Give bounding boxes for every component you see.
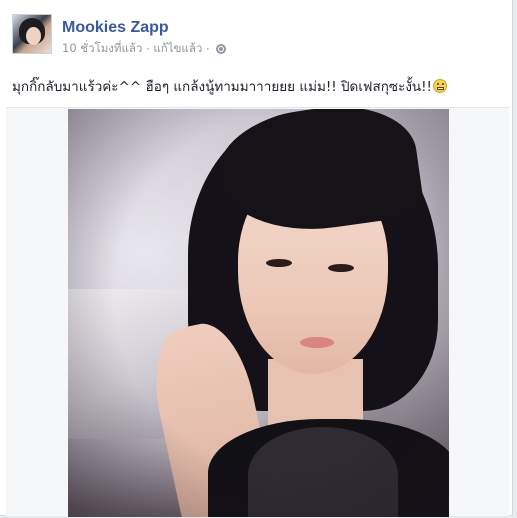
timestamp-link[interactable]: 10 ชั่วโมงที่แล้ว bbox=[62, 41, 142, 55]
post-text: มุกกิ๊กลับมาแร้วค่ะ^^ ฮือๆ แกล้งนู้ทามมา… bbox=[12, 75, 507, 97]
post-photo[interactable] bbox=[68, 109, 449, 517]
post-text-content: มุกกิ๊กลับมาแร้วค่ะ^^ ฮือๆ แกล้งนู้ทามมา… bbox=[12, 79, 432, 95]
meta-separator: · bbox=[146, 42, 150, 56]
photo-vignette bbox=[68, 109, 449, 517]
edited-link[interactable]: แก้ไขแล้ว bbox=[153, 41, 202, 55]
grinning-emoji-icon bbox=[432, 79, 447, 93]
meta-separator-2: · bbox=[205, 42, 210, 56]
globe-icon[interactable] bbox=[216, 44, 227, 54]
avatar[interactable] bbox=[12, 14, 52, 54]
author-name-link[interactable]: Mookies Zapp bbox=[62, 19, 169, 37]
post-meta: 10 ชั่วโมงที่แล้ว · แก้ไขแล้ว · bbox=[62, 40, 227, 58]
post-card: Mookies Zapp 10 ชั่วโมงที่แล้ว · แก้ไขแล… bbox=[0, 0, 513, 517]
avatar-face bbox=[26, 27, 41, 45]
photo-container bbox=[6, 107, 509, 517]
